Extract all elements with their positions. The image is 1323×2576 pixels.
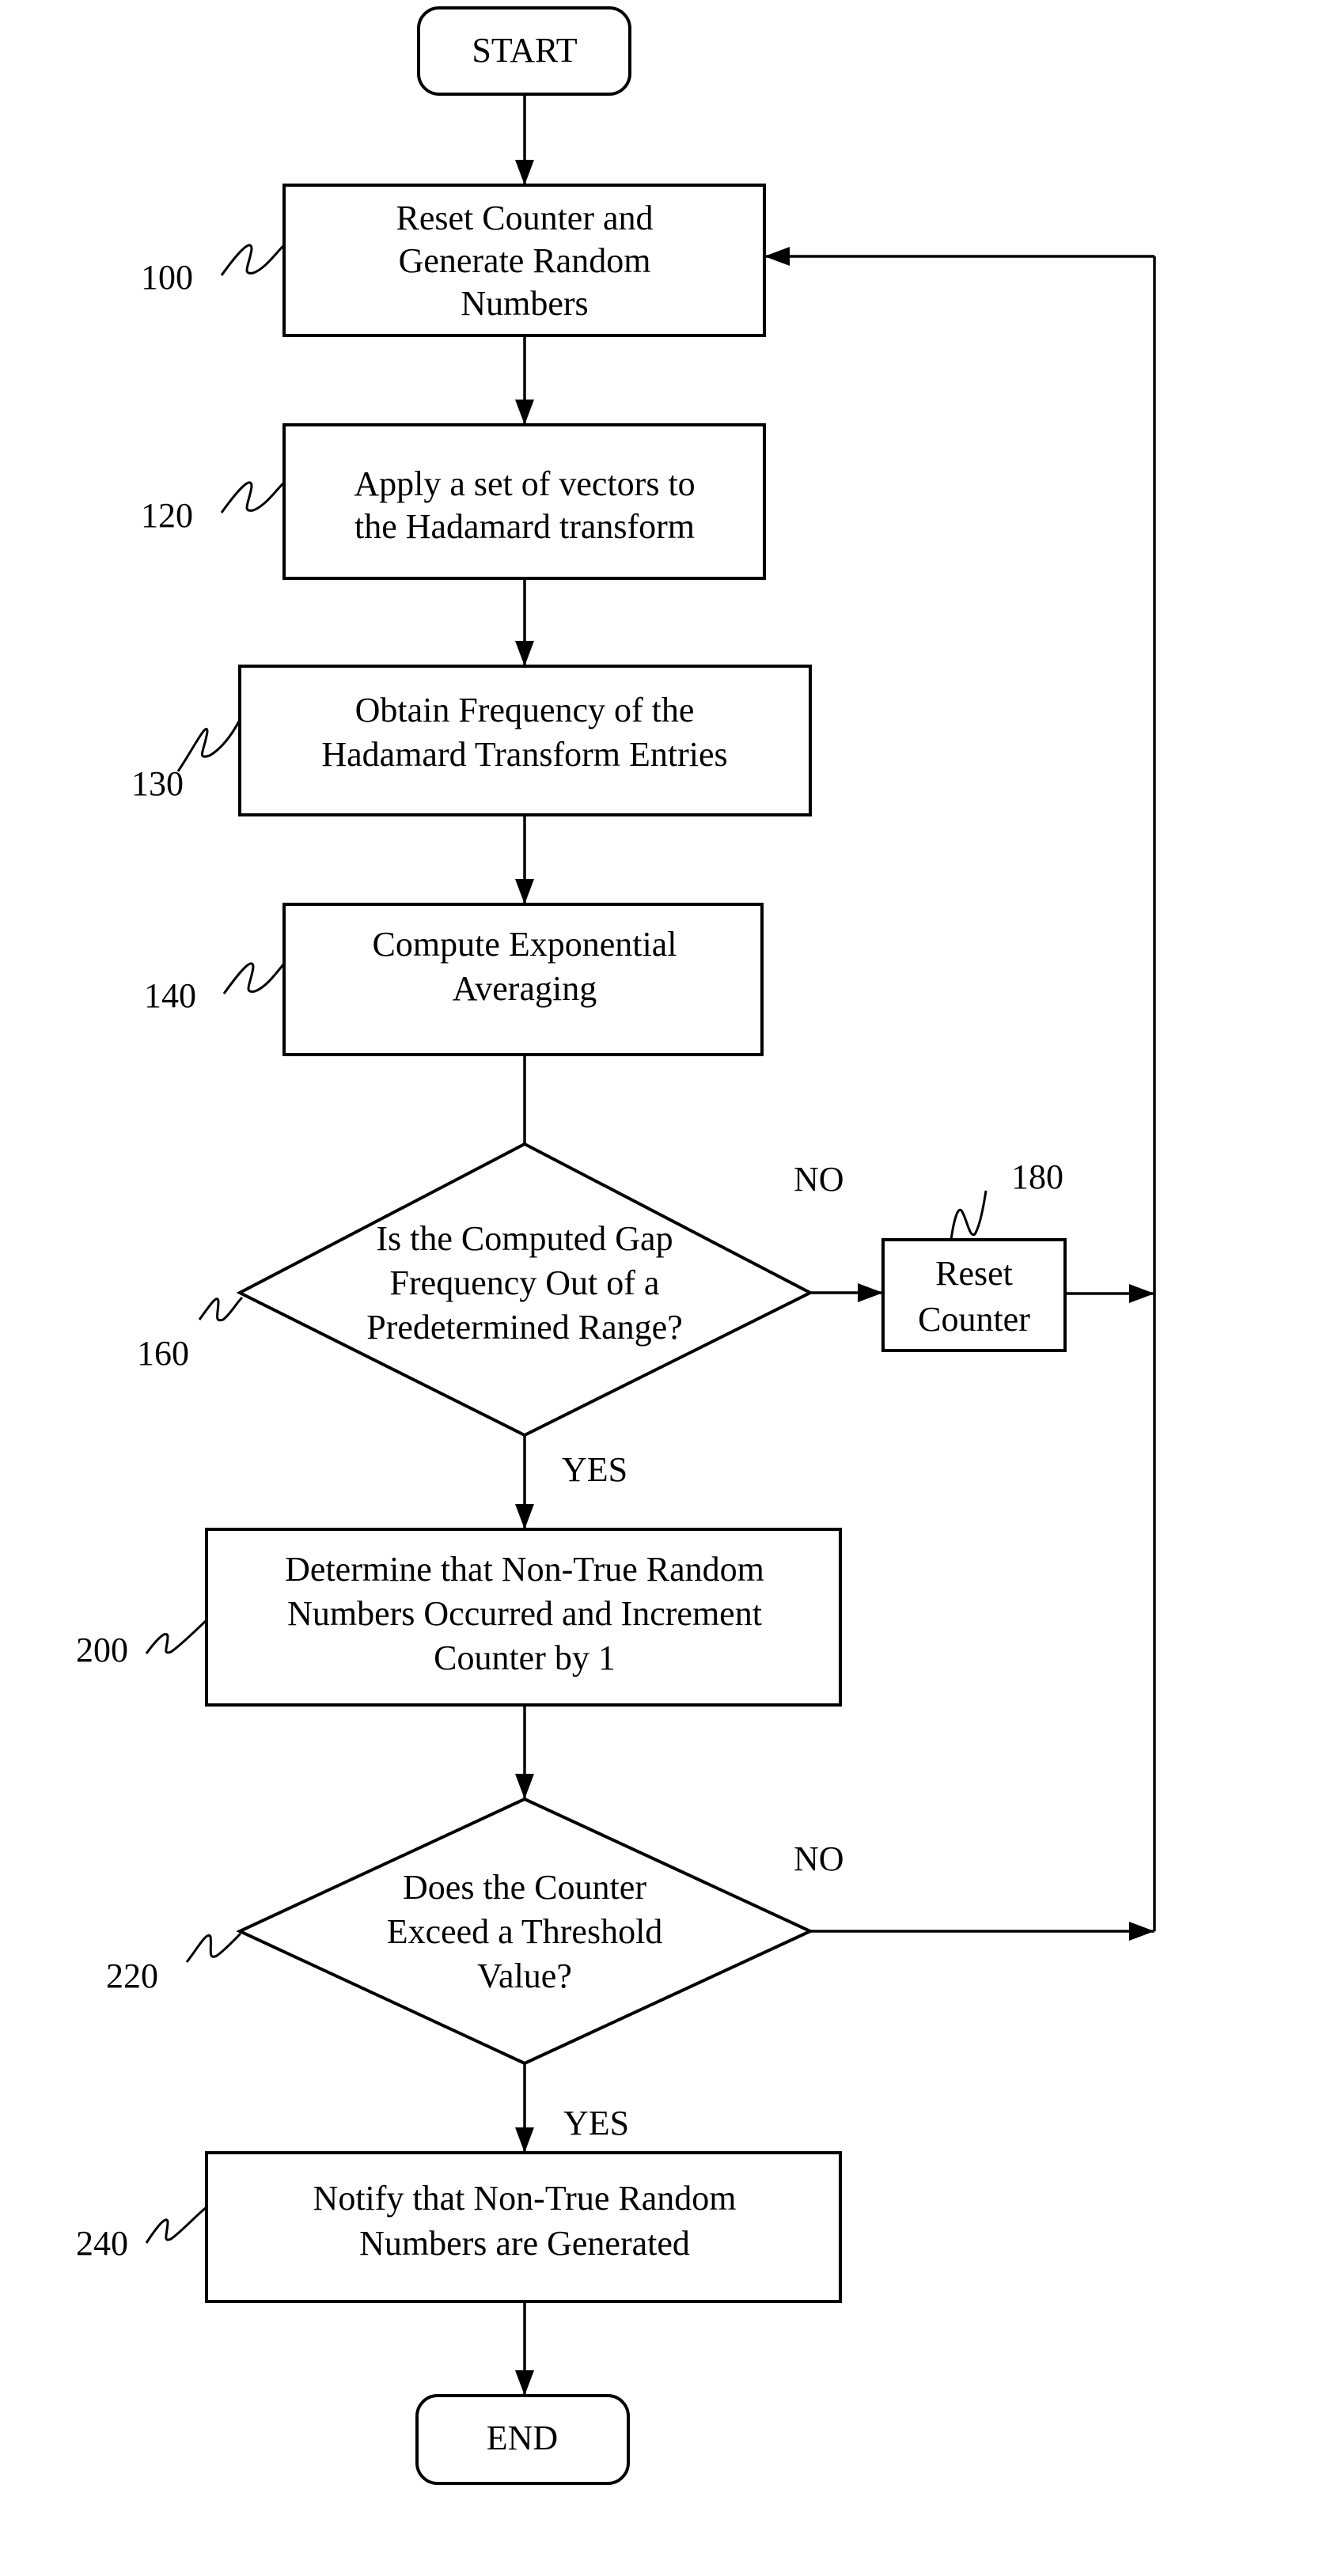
start-label: START (472, 31, 577, 70)
decision-160-line-1: Is the Computed Gap (376, 1219, 673, 1258)
ref-label-220: 220 (106, 1957, 158, 1995)
leader-squiggle-icon (220, 481, 286, 513)
leader-squiggle-icon (220, 244, 286, 276)
arrowhead-icon (764, 247, 790, 266)
decision-220-yes-label: YES (563, 2104, 629, 2142)
step-130: Obtain Frequency of the Hadamard Transfo… (238, 665, 812, 816)
arrowhead-icon (515, 641, 534, 666)
step-120-line-2: the Hadamard transform (354, 507, 695, 546)
end-label: END (487, 2419, 558, 2457)
ref-label-180: 180 (1011, 1157, 1063, 1196)
step-100: Reset Counter and Generate Random Number… (282, 184, 766, 337)
ref-label-240: 240 (76, 2224, 128, 2263)
decision-220: Does the Counter Exceed a Threshold Valu… (236, 1797, 814, 2066)
leader-squiggle-icon (145, 1619, 208, 1654)
leader-squiggle-icon (145, 2206, 207, 2244)
arrowhead-icon (858, 1283, 883, 1302)
arrowhead-icon (515, 879, 534, 904)
arrowhead-icon (515, 1504, 534, 1529)
ref-label-130: 130 (131, 764, 184, 803)
flowchart: START Reset Counter and Generate Random … (76, 6, 1156, 2485)
decision-220-no-label: NO (794, 1839, 844, 1878)
arrowhead-icon (515, 400, 534, 425)
step-140: Compute Exponential Averaging (282, 903, 764, 1056)
step-130-line-1: Obtain Frequency of the (355, 691, 695, 729)
ref-label-160: 160 (137, 1334, 189, 1373)
step-120: Apply a set of vectors to the Hadamard t… (282, 423, 766, 580)
ref-label-120: 120 (141, 496, 193, 535)
leader-squiggle-icon (176, 719, 241, 772)
decision-160-yes-label: YES (562, 1450, 627, 1489)
leader-squiggle-icon (185, 1932, 242, 1963)
step-240-line-2: Numbers are Generated (359, 2224, 690, 2263)
step-200: Determine that Non-True Random Numbers O… (205, 1528, 842, 1707)
leader-squiggle-icon (198, 1296, 244, 1322)
step-200-line-2: Numbers Occurred and Increment (287, 1594, 762, 1633)
step-140-line-2: Averaging (453, 969, 597, 1008)
decision-220-line-2: Exceed a Threshold (387, 1912, 663, 1951)
decision-220-line-1: Does the Counter (403, 1868, 646, 1907)
step-100-line-2: Generate Random (399, 241, 651, 280)
step-240: Notify that Non-True Random Numbers are … (205, 2151, 842, 2303)
decision-160-no-label: NO (794, 1160, 844, 1199)
start-terminal: START (417, 6, 631, 96)
arrowhead-icon (515, 2127, 534, 2153)
ref-label-140: 140 (144, 976, 196, 1015)
decision-160-line-2: Frequency Out of a (390, 1263, 660, 1302)
step-180-line-1: Reset (935, 1254, 1013, 1293)
arrowhead-icon (515, 2370, 534, 2396)
arrowhead-icon (1129, 1922, 1154, 1941)
ref-label-200: 200 (76, 1631, 128, 1669)
arrowhead-icon (515, 160, 534, 185)
arrowhead-icon (1129, 1284, 1154, 1303)
decision-160: Is the Computed Gap Frequency Out of a P… (236, 1142, 814, 1438)
decision-160-line-3: Predetermined Range? (366, 1308, 683, 1347)
step-140-line-1: Compute Exponential (373, 925, 677, 964)
step-200-line-3: Counter by 1 (434, 1638, 616, 1677)
step-180: Reset Counter (881, 1238, 1067, 1352)
end-terminal: END (415, 2394, 630, 2485)
decision-220-line-3: Value? (477, 1957, 572, 1995)
step-100-line-3: Numbers (461, 284, 588, 323)
step-130-line-2: Hadamard Transform Entries (321, 735, 727, 774)
step-180-line-2: Counter (918, 1300, 1030, 1339)
step-120-line-1: Apply a set of vectors to (354, 464, 695, 503)
leader-squiggle-icon (950, 1190, 988, 1241)
step-100-line-1: Reset Counter and (396, 199, 653, 237)
step-200-line-1: Determine that Non-True Random (285, 1550, 764, 1589)
ref-label-100: 100 (141, 258, 193, 297)
arrowhead-icon (515, 1774, 534, 1799)
step-240-line-1: Notify that Non-True Random (313, 2179, 737, 2218)
leader-squiggle-icon (222, 962, 286, 994)
